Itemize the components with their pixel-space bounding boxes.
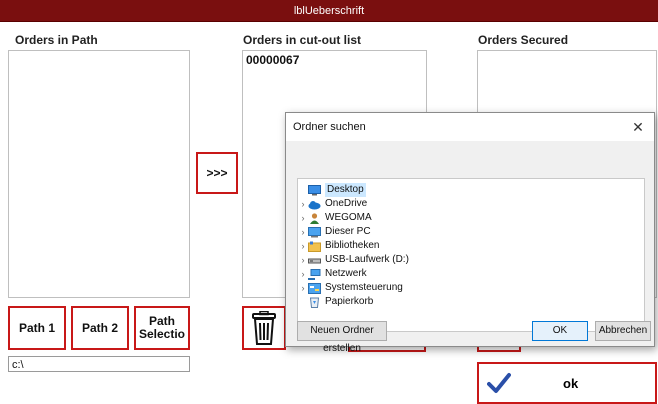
tree-item-wegoma[interactable]: › WEGOMA xyxy=(298,211,372,225)
tree-item-netzwerk[interactable]: › Netzwerk xyxy=(298,267,367,281)
computer-icon xyxy=(308,226,321,237)
tree-item-systemsteuerung[interactable]: › Systemsteuerung xyxy=(298,281,403,295)
tree-item-onedrive[interactable]: › OneDrive xyxy=(298,197,367,211)
ok-button[interactable]: ok xyxy=(477,362,657,404)
move-right-button[interactable]: >>> xyxy=(196,152,238,194)
control-panel-icon xyxy=(308,282,321,294)
tree-item-label: Netzwerk xyxy=(325,268,367,279)
tree-item-label: OneDrive xyxy=(325,198,368,209)
window-title: lblUeberschrift xyxy=(0,0,658,22)
desktop-icon xyxy=(308,184,321,195)
folder-dialog: Ordner suchen ✕ Desktop › OneDrive › WEG… xyxy=(285,112,655,354)
tree-item-papierkorb[interactable]: Papierkorb xyxy=(298,295,373,309)
chevron-right-icon[interactable]: › xyxy=(298,253,308,267)
network-icon xyxy=(308,268,321,280)
tree-item-label: Bibliotheken xyxy=(325,240,380,251)
checkmark-icon xyxy=(487,373,511,393)
path1-button[interactable]: Path 1 xyxy=(8,306,66,350)
tree-item-label: Systemsteuerung xyxy=(325,282,403,293)
tree-item-dieser-pc[interactable]: › Dieser PC xyxy=(298,225,371,239)
cloud-icon xyxy=(308,200,321,209)
dialog-title: Ordner suchen xyxy=(286,113,654,141)
chevron-right-icon[interactable]: › xyxy=(298,281,308,295)
chevron-right-icon[interactable]: › xyxy=(298,197,308,211)
path2-button[interactable]: Path 2 xyxy=(71,306,129,350)
new-folder-button[interactable]: Neuen Ordner erstellen xyxy=(297,321,387,354)
chevron-right-icon[interactable]: › xyxy=(298,267,308,281)
recycle-bin-icon xyxy=(309,297,320,308)
chevron-right-icon[interactable]: › xyxy=(298,239,308,253)
usb-drive-icon xyxy=(308,258,321,263)
path-selection-button[interactable]: Path Selectio xyxy=(134,306,190,350)
orders-secured-header: Orders Secured xyxy=(478,33,569,47)
folder-tree[interactable]: Desktop › OneDrive › WEGOMA › Dieser PC … xyxy=(297,178,645,332)
ok-label: ok xyxy=(563,376,579,391)
dialog-cancel-button[interactable]: Abbrechen xyxy=(595,321,651,341)
user-icon xyxy=(310,212,319,224)
chevron-right-icon[interactable]: › xyxy=(298,211,308,225)
path-field[interactable]: c:\ xyxy=(8,356,190,372)
trash-icon xyxy=(252,311,276,345)
tree-item-label: WEGOMA xyxy=(325,212,372,223)
library-icon xyxy=(308,241,321,252)
tree-item-label: Dieser PC xyxy=(325,226,371,237)
chevron-right-icon[interactable]: › xyxy=(298,225,308,239)
orders-in-path-header: Orders in Path xyxy=(15,33,98,47)
tree-item-usb[interactable]: › USB-Laufwerk (D:) xyxy=(298,253,409,267)
list-item[interactable]: 00000067 xyxy=(243,51,426,69)
delete-button[interactable] xyxy=(242,306,286,350)
tree-item-label: USB-Laufwerk (D:) xyxy=(325,254,409,265)
orders-in-path-list[interactable] xyxy=(8,50,190,298)
tree-item-label: Papierkorb xyxy=(325,296,374,307)
tree-item-bibliotheken[interactable]: › Bibliotheken xyxy=(298,239,379,253)
dialog-ok-button[interactable]: OK xyxy=(532,321,588,341)
tree-item-desktop[interactable]: Desktop xyxy=(298,183,366,197)
orders-cutout-header: Orders in cut-out list xyxy=(243,33,362,47)
tree-item-label: Desktop xyxy=(325,183,366,197)
close-icon[interactable]: ✕ xyxy=(626,113,650,141)
